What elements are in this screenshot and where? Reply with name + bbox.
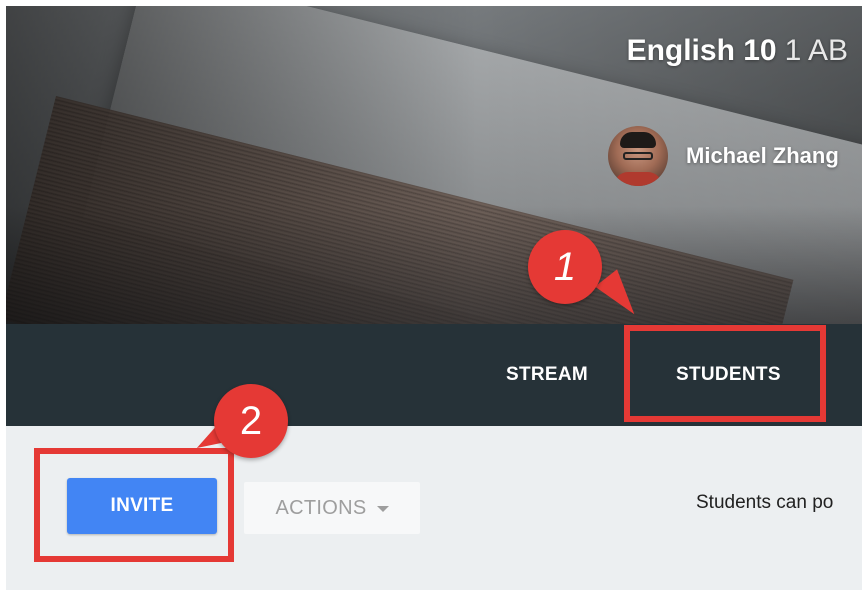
actions-label: ACTIONS [275, 496, 367, 519]
step-badge-2: 2 [214, 384, 288, 458]
class-name: English 10 [626, 34, 777, 67]
students-permission-note: Students can po [696, 492, 834, 513]
class-header-banner: English 10 1 AB Michael Zhang [6, 6, 862, 324]
classroom-window: English 10 1 AB Michael Zhang STREAM STUD… [6, 6, 862, 590]
class-navbar: STREAM STUDENTS [6, 324, 862, 426]
invite-button[interactable]: INVITE [67, 478, 217, 534]
chevron-down-icon [376, 506, 389, 512]
avatar [608, 126, 668, 186]
class-title: English 10 1 AB [627, 34, 848, 68]
teacher-info[interactable]: Michael Zhang [608, 124, 839, 188]
students-content: INVITE ACTIONS Students can po [6, 426, 862, 590]
tab-stream[interactable]: STREAM [506, 324, 588, 426]
actions-dropdown[interactable]: ACTIONS [244, 482, 420, 534]
class-section: 1 AB [784, 34, 848, 67]
step-badge-1: 1 [528, 230, 602, 304]
tab-students[interactable]: STUDENTS [676, 324, 781, 426]
teacher-name: Michael Zhang [686, 143, 839, 168]
